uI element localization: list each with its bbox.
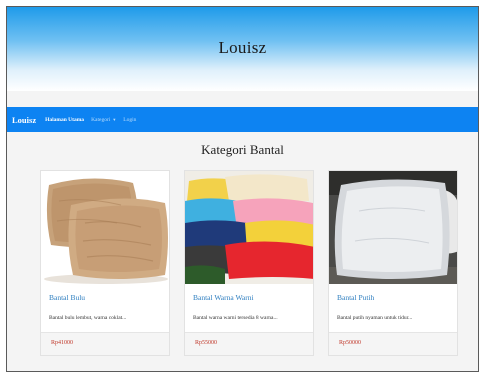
- caret-down-icon: ▼: [112, 116, 117, 122]
- product-card: Bantal Putih Bantal putih nyaman untuk t…: [328, 170, 458, 356]
- product-image-colorful-pillows[interactable]: [185, 171, 313, 284]
- nav-link-home[interactable]: Halaman Utama: [45, 117, 84, 123]
- product-description: Bantal bulu lembut, warna coklat...: [49, 315, 127, 321]
- product-footer: Rp41000: [41, 332, 169, 355]
- browser-viewport: Louisz Louisz Halaman Utama Kategori ▼ Lo…: [6, 6, 479, 372]
- product-footer: Rp55000: [185, 332, 313, 355]
- product-price: Rp50000: [339, 340, 362, 346]
- page-heading: Kategori Bantal: [201, 142, 284, 157]
- product-title[interactable]: Bantal Bulu: [49, 293, 85, 302]
- product-image-white-pillow[interactable]: [329, 171, 457, 284]
- product-title[interactable]: Bantal Putih: [337, 293, 374, 302]
- product-image-fur-pillow[interactable]: [41, 171, 169, 284]
- product-description: Bantal warna warni tersedia 8 warna...: [193, 315, 278, 321]
- header-banner: Louisz: [7, 7, 478, 91]
- product-card: Bantal Warna Warni Bantal warna warni te…: [184, 170, 314, 356]
- product-card: Bantal Bulu Bantal bulu lembut, warna co…: [40, 170, 170, 356]
- product-price: Rp55000: [195, 340, 218, 346]
- nav-dropdown-category[interactable]: Kategori ▼: [91, 117, 116, 123]
- product-footer: Rp50000: [329, 332, 457, 355]
- nav-dropdown-category-label: Kategori: [91, 116, 111, 123]
- product-description: Bantal putih nyaman untuk tidur...: [337, 315, 413, 321]
- product-price: Rp41000: [51, 340, 74, 346]
- product-title[interactable]: Bantal Warna Warni: [193, 293, 254, 302]
- top-navbar: Louisz Halaman Utama Kategori ▼ Login: [7, 107, 478, 132]
- navbar-brand[interactable]: Louisz: [12, 115, 36, 125]
- site-title: Louisz: [218, 38, 267, 57]
- nav-link-login[interactable]: Login: [123, 117, 136, 123]
